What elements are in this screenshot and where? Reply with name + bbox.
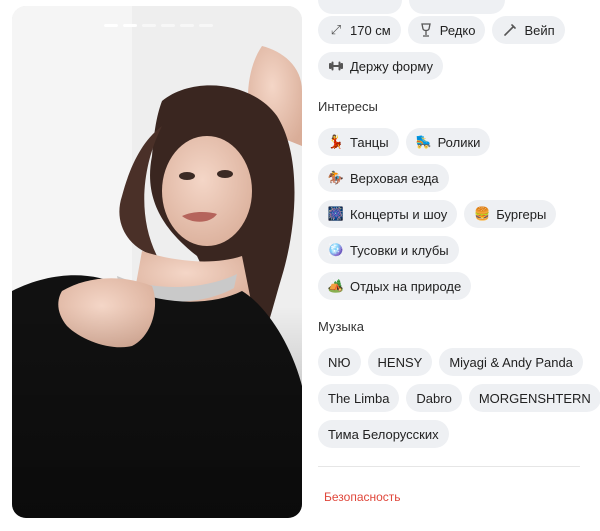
camping-icon: 🏕️ <box>327 278 345 293</box>
profile-details-panel: ⤢ 170 см Редко Вейп Держу форму Интересы… <box>318 0 600 531</box>
interests-row: 🏕️ Отдых на природе <box>318 272 472 300</box>
basics-chip-drinking[interactable]: Редко <box>407 16 486 44</box>
photo-progress-segment <box>123 24 137 27</box>
music-row: NЮ HENSY Miyagi & Andy Panda <box>318 348 583 376</box>
mirror-ball-icon: 🪩 <box>327 242 345 257</box>
roller-skate-icon: 🛼 <box>415 134 432 149</box>
interest-chip[interactable]: 🏕️ Отдых на природе <box>318 272 472 300</box>
interest-label: Танцы <box>350 134 389 150</box>
profile-view: ⤢ 170 см Редко Вейп Держу форму Интересы… <box>0 0 600 531</box>
photo-progress-indicator <box>104 24 213 27</box>
music-title: Музыка <box>318 319 364 334</box>
fireworks-icon: 🎆 <box>327 206 345 221</box>
music-row: The Limba Dabro MORGENSHTERN <box>318 384 600 412</box>
interest-chip[interactable]: 🍔 Бургеры <box>464 200 557 228</box>
burger-icon: 🍔 <box>474 206 491 221</box>
interest-chip[interactable]: 🛼 Ролики <box>405 128 491 156</box>
interest-chip[interactable]: 🏇 Верховая езда <box>318 164 449 192</box>
music-row: Тима Белорусских <box>318 420 449 448</box>
basics-chip-height[interactable]: ⤢ 170 см <box>318 16 401 44</box>
interests-title: Интересы <box>318 99 378 114</box>
basics-row: ⤢ 170 см Редко Вейп <box>318 16 565 44</box>
safety-link[interactable]: Безопасность <box>324 490 401 504</box>
section-divider <box>318 466 580 467</box>
height-arrows-icon: ⤢ <box>330 22 342 37</box>
basics-chip-label: Держу форму <box>350 58 433 74</box>
portrait-illustration <box>12 6 302 518</box>
interests-row: 🏇 Верховая езда <box>318 164 449 192</box>
music-chip[interactable]: MORGENSHTERN <box>468 384 600 412</box>
photo-progress-segment <box>199 24 213 27</box>
basics-chip-label: Редко <box>439 22 476 38</box>
photo-progress-segment <box>142 24 156 27</box>
photo-progress-segment <box>161 24 175 27</box>
interest-label: Тусовки и клубы <box>350 242 449 258</box>
basics-row-cut <box>318 0 505 14</box>
interest-chip[interactable]: 🎆 Концерты и шоу <box>318 200 458 228</box>
interests-row: 💃 Танцы 🛼 Ролики <box>318 128 491 156</box>
horse-racing-icon: 🏇 <box>327 170 345 185</box>
music-chip[interactable]: Miyagi & Andy Panda <box>439 348 583 376</box>
basics-chip-cut[interactable] <box>318 0 402 14</box>
photo-progress-segment <box>180 24 194 27</box>
music-chip[interactable]: Тима Белорусских <box>318 420 449 448</box>
interest-chip[interactable]: 💃 Танцы <box>318 128 399 156</box>
interest-label: Концерты и шоу <box>350 206 448 222</box>
interest-chip[interactable]: 🪩 Тусовки и клубы <box>318 236 459 264</box>
interests-row: 🎆 Концерты и шоу 🍔 Бургеры <box>318 200 557 228</box>
interests-row: 🪩 Тусовки и клубы <box>318 236 459 264</box>
wine-glass-icon <box>418 22 434 38</box>
basics-chip-label: 170 см <box>350 22 391 38</box>
music-chip[interactable]: HENSY <box>367 348 433 376</box>
basics-chip-label: Вейп <box>524 22 555 38</box>
basics-chip-smoking[interactable]: Вейп <box>492 16 565 44</box>
profile-photo[interactable] <box>12 6 302 518</box>
music-chip[interactable]: The Limba <box>318 384 400 412</box>
interest-label: Ролики <box>437 134 481 150</box>
interest-label: Отдых на природе <box>350 278 462 294</box>
photo-progress-segment <box>104 24 118 27</box>
music-chip[interactable]: NЮ <box>318 348 361 376</box>
basics-chip-cut[interactable] <box>409 0 505 14</box>
basics-row: Держу форму <box>318 52 443 80</box>
basics-chip-fitness[interactable]: Держу форму <box>318 52 443 80</box>
dumbbell-icon <box>328 58 344 74</box>
dancer-icon: 💃 <box>327 134 345 149</box>
interest-label: Бургеры <box>496 206 547 222</box>
music-chip[interactable]: Dabro <box>406 384 462 412</box>
interest-label: Верховая езда <box>350 170 439 186</box>
vape-icon <box>502 22 518 38</box>
